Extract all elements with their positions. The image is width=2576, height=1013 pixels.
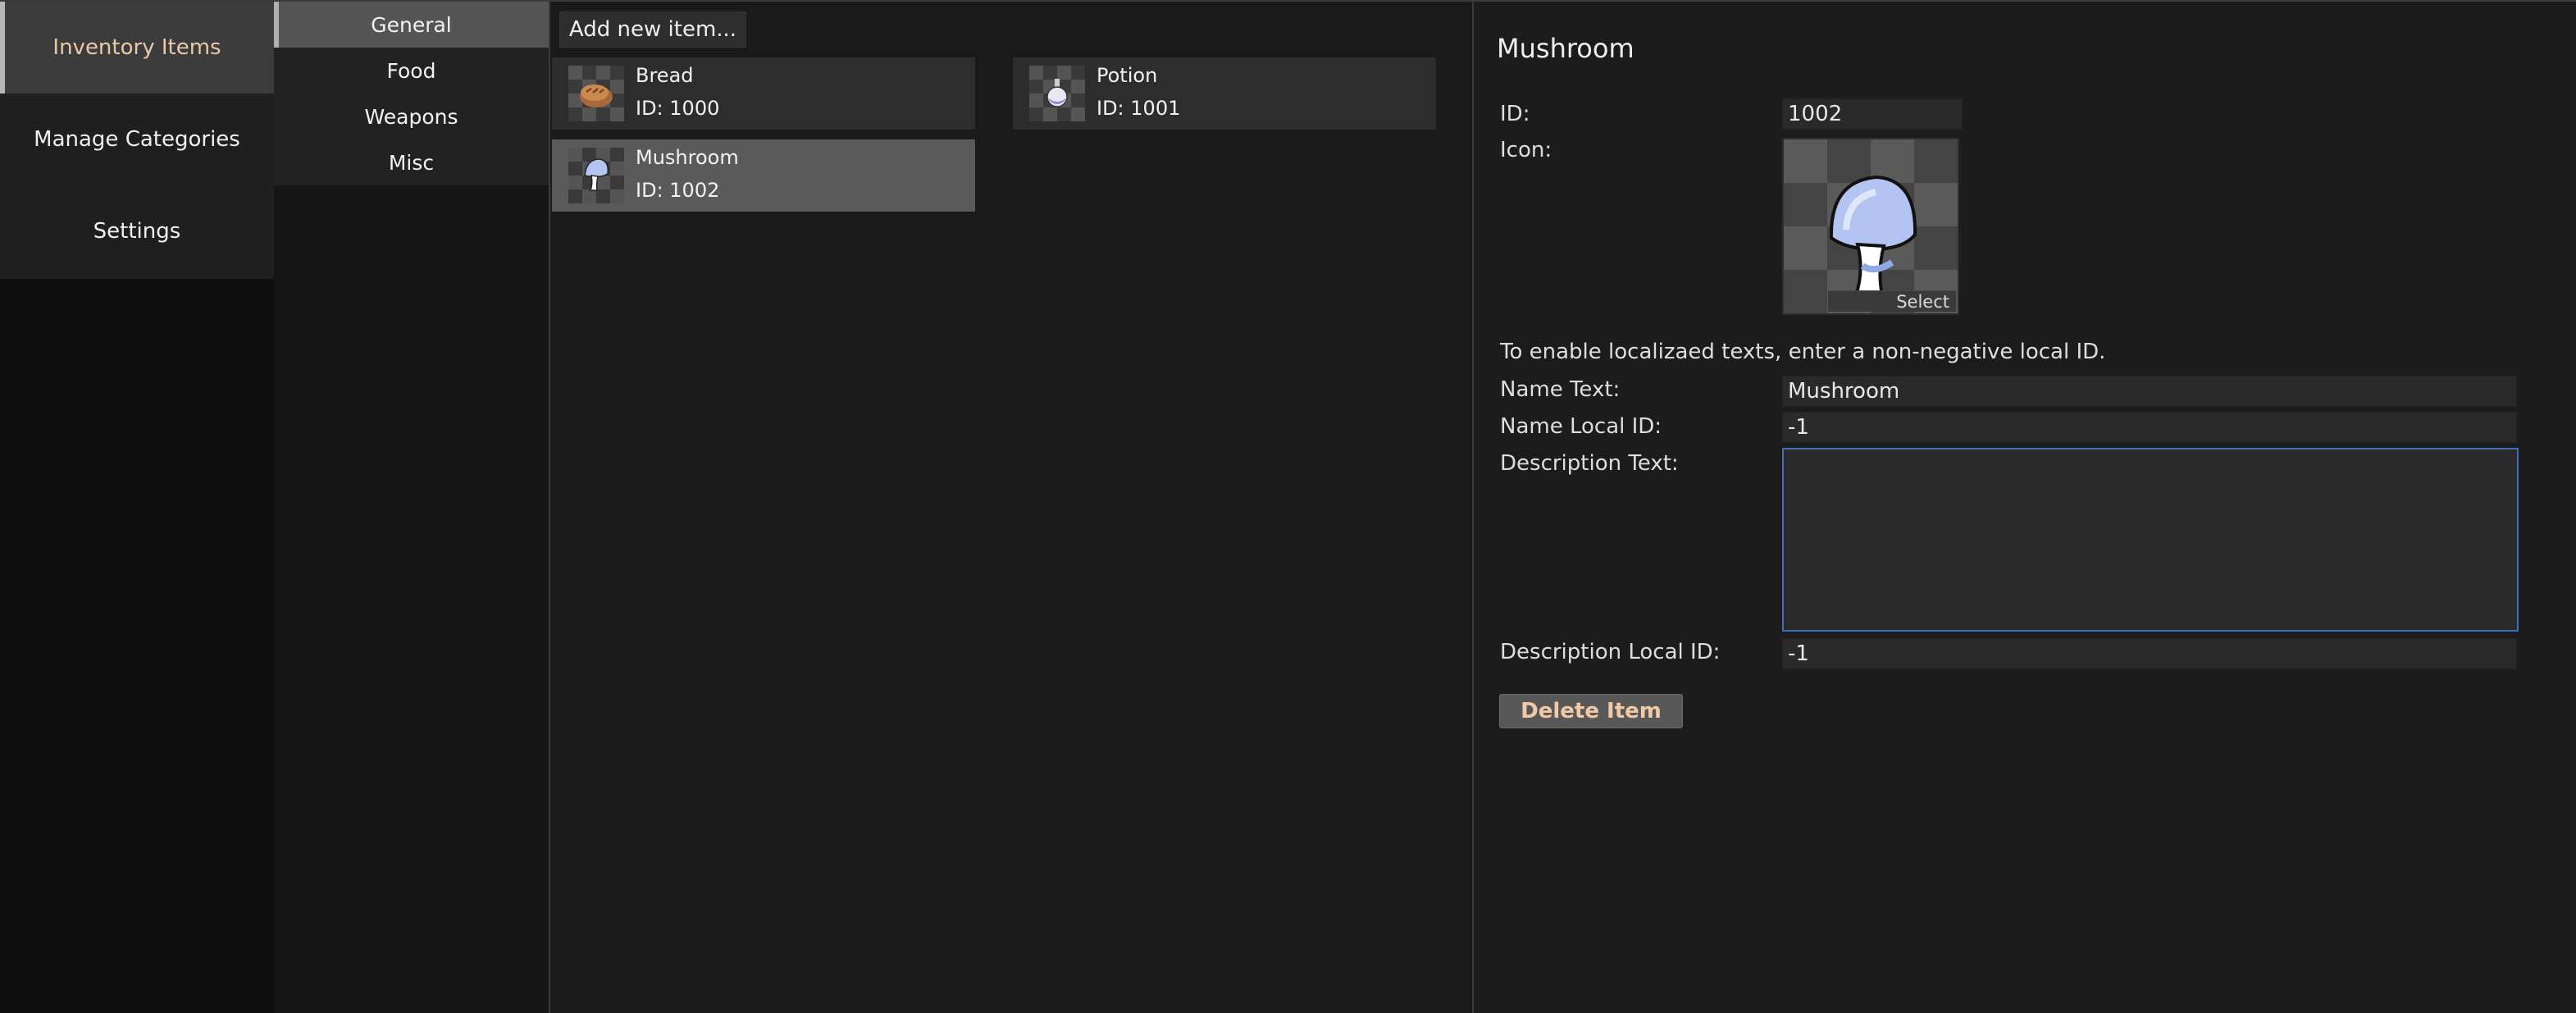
item-card-potion[interactable]: Potion ID: 1001	[1013, 57, 1436, 130]
item-name: Mushroom	[636, 146, 739, 169]
icon-preview: Select	[1782, 138, 1959, 315]
category-item-general[interactable]: General	[274, 2, 549, 48]
delete-item-button[interactable]: Delete Item	[1499, 694, 1683, 728]
item-card-bread[interactable]: Bread ID: 1000	[552, 57, 975, 130]
description-text-area[interactable]	[1782, 448, 2519, 632]
mushroom-icon	[568, 148, 624, 203]
item-id: ID: 1000	[636, 97, 720, 120]
description-local-id-label: Description Local ID:	[1500, 640, 1721, 664]
category-panel: General Food Weapons Misc	[274, 2, 549, 185]
item-name: Potion	[1097, 64, 1158, 87]
icon-select-button[interactable]: Select	[1828, 290, 1956, 312]
category-item-misc[interactable]: Misc	[274, 139, 549, 185]
main-nav: Inventory Items Manage Categories Settin…	[0, 2, 274, 1013]
add-new-item-button[interactable]: Add new item...	[559, 11, 746, 48]
nav-item-inventory-items[interactable]: Inventory Items	[0, 2, 274, 94]
category-label: Misc	[388, 150, 435, 175]
nav-item-label: Manage Categories	[34, 127, 240, 152]
category-label: Food	[386, 58, 436, 83]
icon-label: Icon:	[1500, 138, 1552, 162]
localization-hint: To enable localizaed texts, enter a non-…	[1500, 340, 2106, 364]
bread-icon	[568, 66, 624, 121]
nav-item-manage-categories[interactable]: Manage Categories	[0, 94, 274, 185]
potion-icon	[1029, 66, 1085, 121]
name-text-label: Name Text:	[1500, 377, 1621, 402]
name-local-id-label: Name Local ID:	[1500, 414, 1662, 439]
item-card-mushroom[interactable]: Mushroom ID: 1002	[552, 139, 975, 212]
item-id: ID: 1001	[1097, 97, 1181, 120]
nav-item-label: Settings	[93, 219, 181, 244]
item-detail-panel: Mushroom ID: 1002 Icon: Select To enable…	[1472, 2, 2576, 1013]
category-item-food[interactable]: Food	[274, 48, 549, 94]
description-local-id-field[interactable]: -1	[1782, 638, 2517, 669]
id-field[interactable]: 1002	[1782, 98, 1963, 130]
id-label: ID:	[1500, 102, 1530, 126]
category-item-weapons[interactable]: Weapons	[274, 94, 549, 139]
mushroom-icon	[1829, 175, 1917, 297]
description-text-label: Description Text:	[1500, 451, 1679, 476]
item-id: ID: 1002	[636, 179, 720, 202]
item-name: Bread	[636, 64, 694, 87]
name-text-field[interactable]: Mushroom	[1782, 376, 2517, 407]
nav-item-label: Inventory Items	[52, 35, 221, 60]
category-label: Weapons	[364, 104, 458, 129]
name-local-id-field[interactable]: -1	[1782, 412, 2517, 443]
nav-panel: Inventory Items Manage Categories Settin…	[0, 2, 274, 279]
detail-title: Mushroom	[1497, 33, 1635, 64]
category-label: General	[371, 12, 452, 37]
category-list: General Food Weapons Misc	[274, 2, 550, 1013]
item-grid: Add new item... Bread ID: 1000 Potion ID…	[552, 2, 1472, 1013]
nav-item-settings[interactable]: Settings	[0, 185, 274, 277]
